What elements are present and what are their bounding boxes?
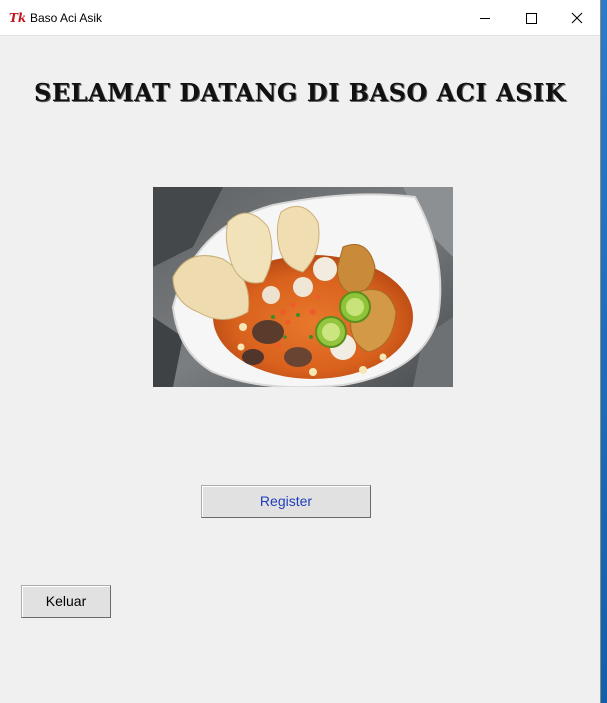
title-bar[interactable]: Tk Baso Aci Asik [0, 0, 600, 36]
close-button[interactable] [554, 0, 600, 35]
register-button[interactable]: Register [201, 485, 371, 518]
tk-logo-icon: Tk [9, 11, 27, 25]
exit-button[interactable]: Keluar [21, 585, 111, 618]
baso-aci-bowl-image [153, 187, 453, 387]
minimize-button[interactable] [462, 0, 508, 35]
welcome-heading: SELAMAT DATANG DI BASO ACI ASIK [33, 78, 567, 107]
window-title: Baso Aci Asik [30, 11, 103, 25]
maximize-button[interactable] [508, 0, 554, 35]
maximize-icon [526, 13, 537, 24]
app-window: Tk Baso Aci Asik SELAMAT DATANG DI BASO … [0, 0, 601, 703]
baso-aci-photo [153, 187, 453, 387]
minimize-icon [480, 18, 490, 19]
close-icon [571, 12, 583, 24]
